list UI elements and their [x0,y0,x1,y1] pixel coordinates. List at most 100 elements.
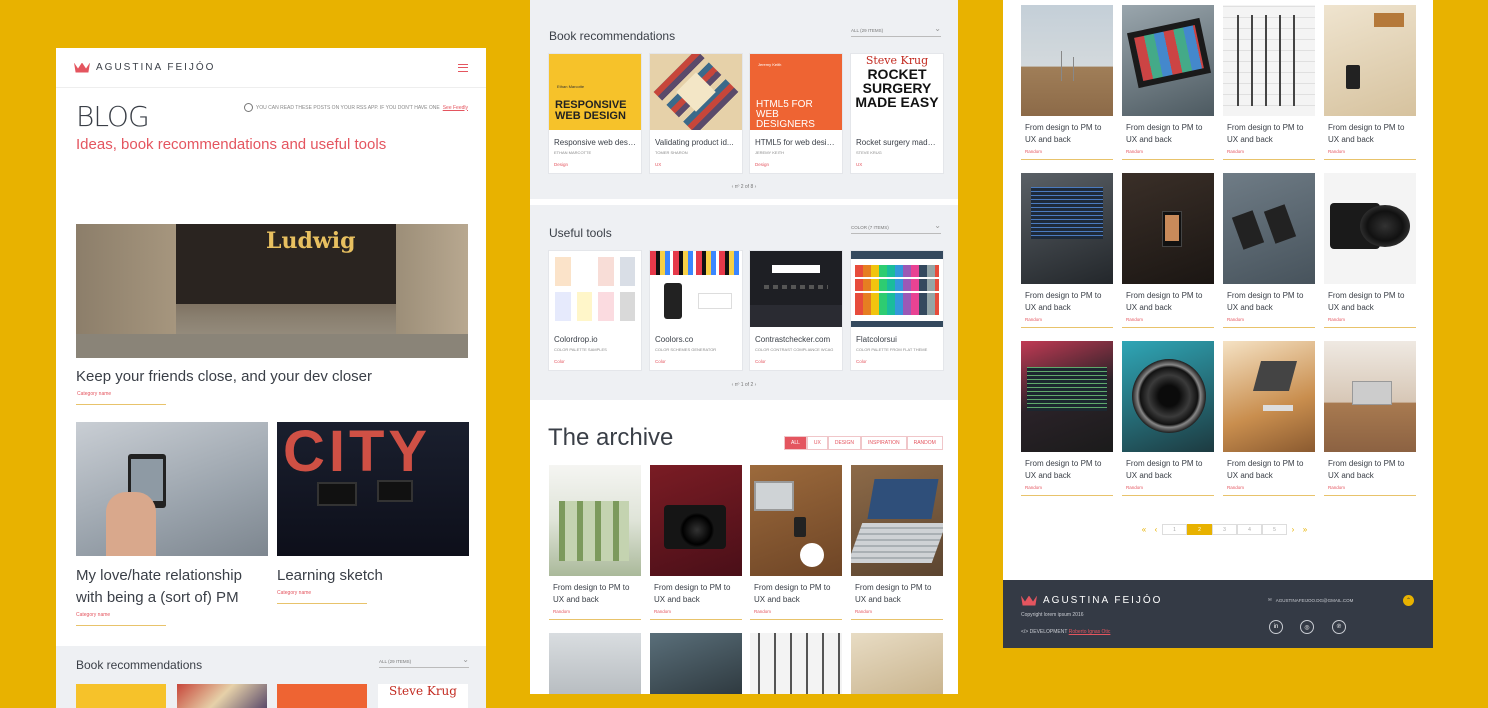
tool-card[interactable]: Colordrop.io COLOR PALETTE SAMPLES Color [549,251,641,370]
book-category[interactable]: Design [750,155,842,173]
archive-card[interactable]: From design to PM to UX and back Random [1324,5,1416,160]
email-contact[interactable]: ✉ AGUSTINAFEIJOO.DG@GMAIL.COM [1268,597,1353,603]
filter-random[interactable]: RANDOM [906,436,943,450]
archive-item-category[interactable]: Random [1324,314,1416,325]
page-1[interactable]: 1 [1162,524,1187,535]
pager-text: nº 1 of 2 [734,382,754,388]
tool-card[interactable]: Flatcolorsui COLOR PALETTE FROM FLAT THE… [851,251,943,370]
filter-inspiration[interactable]: INSPIRATION [861,436,907,450]
archive-card[interactable]: From design to PM to UX and back Random [1122,173,1214,328]
archive-card[interactable]: From design to PM to UX and back Random [1223,341,1315,496]
filter-dropdown[interactable]: COLOR (7 ITEMS) [851,221,941,234]
archive-card[interactable]: From design to PM to UX and back Random [1122,341,1214,496]
tool-category[interactable]: Color [650,352,742,370]
archive-item-category[interactable]: Random [650,606,742,617]
filter-ux[interactable]: UX [806,436,828,450]
post-title[interactable]: Keep your friends close, and your dev cl… [76,366,468,388]
book-category[interactable]: UX [851,155,943,173]
book-cover[interactable]: Steve Krug [378,684,468,708]
archive-item-category[interactable]: Random [1122,146,1214,157]
carousel-pager[interactable]: ‹ nº 2 of 8 › [530,184,958,190]
archive-card[interactable]: From design to PM to UX and back Random [650,465,742,620]
post-category[interactable]: Category name [76,612,110,618]
archive-item-category[interactable]: Random [1122,314,1214,325]
filter-design[interactable]: DESIGN [827,436,862,450]
post-title[interactable]: My love/hate relationship with being a (… [76,565,266,609]
page-3[interactable]: 3 [1212,524,1237,535]
page-2[interactable]: 2 [1187,524,1212,535]
filter-all[interactable]: ALL [784,436,807,450]
archive-card[interactable]: From design to PM to UX and back Random [1021,173,1113,328]
next-page-button[interactable]: › [1287,524,1299,535]
archive-card[interactable]: From design to PM to UX and back Random [1223,5,1315,160]
archive-item-category[interactable]: Random [1122,482,1214,493]
archive-item-category[interactable]: Random [1021,482,1113,493]
city-sign-image[interactable]: CITY [277,422,469,556]
tool-category[interactable]: Color [549,352,641,370]
copyright: Copyright lorem ipsum 2016 [1021,612,1084,618]
post-title[interactable]: Learning sketch [277,565,467,587]
linkedin-icon[interactable]: in [1269,620,1283,634]
book-category[interactable]: Design [549,155,641,173]
archive-card[interactable]: From design to PM to UX and back Random [1122,5,1214,160]
prev-page-button[interactable]: ‹ [1150,524,1162,535]
pager-text: nº 2 of 8 [734,184,754,190]
pinterest-icon[interactable]: ℗ [1332,620,1346,634]
carousel-pager[interactable]: ‹ nº 1 of 2 › [530,382,958,388]
archive-card[interactable]: From design to PM to UX and back Random [1021,341,1113,496]
book-cover[interactable] [177,684,267,708]
book-category[interactable]: UX [650,155,742,173]
archive-card[interactable]: From design to PM to UX and back Random [1021,5,1113,160]
book-card[interactable]: Validating product id... TOMER SHARON UX [650,54,742,173]
archive-item-category[interactable]: Random [1223,482,1315,493]
book-card[interactable]: Steve Krug ROCKET SURGERY MADE EASY Rock… [851,54,943,173]
tool-card[interactable]: Contrastchecker.com COLOR CONTRAST COMPL… [750,251,842,370]
book-card[interactable]: Jeremy Keith HTML5 FOR WEB DESIGNERS HTM… [750,54,842,173]
post-category[interactable]: Category name [277,590,311,596]
archive-card[interactable]: From design to PM to UX and back Random [1324,173,1416,328]
developer-link[interactable]: Roberto Ignas Otic [1069,629,1111,635]
post-category[interactable]: Category name [77,391,111,397]
desk-phone-image[interactable] [851,633,943,694]
archive-card[interactable]: From design to PM to UX and back Random [1324,341,1416,496]
archive-item-category[interactable]: Random [750,606,842,617]
last-page-button[interactable]: » [1299,524,1311,535]
filter-dropdown[interactable]: ALL (29 ITEMS) [851,24,941,37]
tablet-image[interactable] [650,633,742,694]
tool-category[interactable]: Color [851,352,943,370]
archive-item-category[interactable]: Random [549,606,641,617]
landscape-image[interactable] [549,633,641,694]
archive-item-category[interactable]: Random [1324,482,1416,493]
footer-logo[interactable]: AGUSTINA FEIJÓO [1021,595,1162,606]
cafe-image[interactable]: Ludwig [76,224,468,358]
tool-category[interactable]: Color [750,352,842,370]
archive-item-category[interactable]: Random [1324,146,1416,157]
back-to-top-icon[interactable]: ⌃ [1403,595,1414,606]
hamburger-menu-icon[interactable] [458,63,468,72]
pagination: « ‹ 1 2 3 4 5 › » [1138,524,1311,535]
archive-item-category[interactable]: Random [1223,314,1315,325]
icons-sketch-image[interactable] [750,633,842,694]
laptop-sunset-image [1223,341,1315,452]
archive-card[interactable]: From design to PM to UX and back Random [750,465,842,620]
archive-card[interactable]: From design to PM to UX and back Random [549,465,641,620]
divider [76,404,166,405]
feedly-link[interactable]: See Feedly [443,105,468,111]
page-4[interactable]: 4 [1237,524,1262,535]
archive-item-category[interactable]: Random [1021,314,1113,325]
logo[interactable]: AGUSTINA FEIJÓO [74,62,215,73]
filter-dropdown[interactable]: ALL (29 ITEMS) [379,655,469,668]
archive-item-category[interactable]: Random [851,606,943,617]
archive-item-category[interactable]: Random [1223,146,1315,157]
page-5[interactable]: 5 [1262,524,1287,535]
archive-item-category[interactable]: Random [1021,146,1113,157]
archive-card[interactable]: From design to PM to UX and back Random [851,465,943,620]
book-cover[interactable] [76,684,166,708]
tool-card[interactable]: Coolors.co COLOR SCHEMES GENERATOR Color [650,251,742,370]
book-cover[interactable] [277,684,367,708]
first-page-button[interactable]: « [1138,524,1150,535]
archive-card[interactable]: From design to PM to UX and back Random [1223,173,1315,328]
phone-building-image[interactable] [76,422,268,556]
instagram-icon[interactable]: ◎ [1300,620,1314,634]
book-card[interactable]: Ethan Marcotte RESPONSIVE WEB DESIGN Res… [549,54,641,173]
